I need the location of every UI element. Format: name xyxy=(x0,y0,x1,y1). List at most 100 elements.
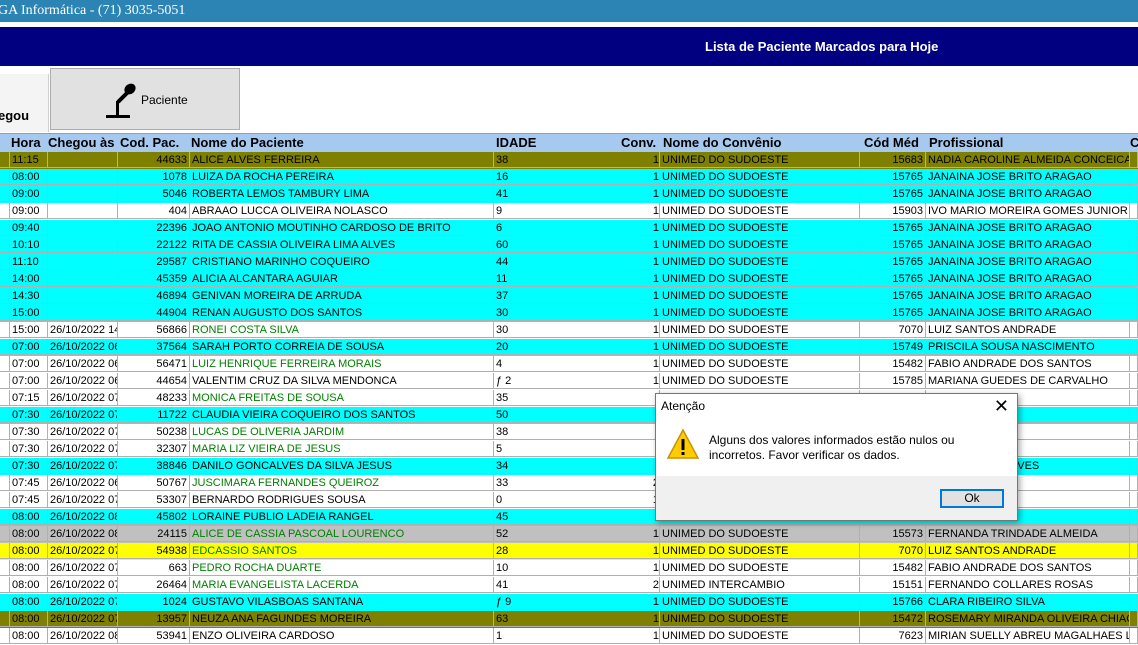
cell-cod-pac[interactable]: 1024 xyxy=(118,594,190,610)
row-marker[interactable] xyxy=(0,526,10,542)
table-row[interactable]: 09:00 5046 ROBERTA LEMOS TAMBURY LIMA 41 1 UN… xyxy=(0,186,1138,203)
cell-nome-paciente[interactable]: ALICIA ALCANTARA AGUIAR xyxy=(190,271,494,287)
row-marker[interactable] xyxy=(0,560,10,576)
cell-profissional[interactable]: JANAINA JOSE BRITO ARAGAO xyxy=(926,254,1130,270)
cell-cod-med[interactable]: 15482 xyxy=(860,560,926,576)
column-cod-pac[interactable]: Cod. Pac. xyxy=(120,135,179,150)
cell-hora[interactable]: 10:10 xyxy=(10,237,48,253)
cell-nome-convenio[interactable]: UNIMED DO SUDOESTE xyxy=(660,339,860,355)
cell-nome-paciente[interactable]: BERNARDO RODRIGUES SOUSA xyxy=(190,492,494,508)
cell-nome-convenio[interactable]: UNIMED DO SUDOESTE xyxy=(660,271,860,287)
cell-nome-paciente[interactable]: LUIZ HENRIQUE FERREIRA MORAIS xyxy=(190,356,494,372)
cell-chegou[interactable]: 26/10/2022 07 xyxy=(48,577,118,593)
row-marker[interactable] xyxy=(0,203,10,219)
cell-extra[interactable] xyxy=(1130,322,1138,338)
cell-chegou[interactable]: 26/10/2022 07 xyxy=(48,441,118,457)
row-marker[interactable] xyxy=(0,186,10,202)
cell-chegou[interactable] xyxy=(48,220,118,236)
cell-hora[interactable]: 08:00 xyxy=(10,577,48,593)
cell-cod-pac[interactable]: 37564 xyxy=(118,339,190,355)
cell-nome-convenio[interactable]: UNIMED INTERCAMBIO xyxy=(660,577,860,593)
row-marker[interactable] xyxy=(0,407,10,423)
cell-nome-paciente[interactable]: EDCASSIO SANTOS xyxy=(190,543,494,559)
cell-nome-convenio[interactable]: UNIMED DO SUDOESTE xyxy=(660,594,860,610)
cell-chegou[interactable] xyxy=(48,254,118,270)
cell-chegou[interactable]: 26/10/2022 08 xyxy=(48,509,118,525)
column-conv[interactable]: Conv. xyxy=(621,135,656,150)
cell-nome-convenio[interactable]: UNIMED DO SUDOESTE xyxy=(660,560,860,576)
cell-nome-convenio[interactable]: UNIMED DO SUDOESTE xyxy=(660,526,860,542)
cell-extra[interactable] xyxy=(1130,475,1138,491)
cell-hora[interactable]: 08:00 xyxy=(10,526,48,542)
cell-hora[interactable]: 09:00 xyxy=(10,186,48,202)
cell-nome-paciente[interactable]: ALICE DE CASSIA PASCOAL LOURENCO xyxy=(190,526,494,542)
cell-extra[interactable] xyxy=(1130,611,1138,627)
row-marker[interactable] xyxy=(0,509,10,525)
cell-cod-pac[interactable]: 53307 xyxy=(118,492,190,508)
cell-cod-med[interactable]: 15765 xyxy=(860,288,926,304)
cell-extra[interactable] xyxy=(1130,526,1138,542)
cell-hora[interactable]: 08:00 xyxy=(10,560,48,576)
cell-hora[interactable]: 07:30 xyxy=(10,407,48,423)
cell-profissional[interactable]: FERNANDA TRINDADE ALMEIDA xyxy=(926,526,1130,542)
row-marker[interactable] xyxy=(0,577,10,593)
cell-nome-convenio[interactable]: UNIMED DO SUDOESTE xyxy=(660,169,860,185)
cell-conv[interactable]: 1 xyxy=(625,186,661,202)
cell-hora[interactable]: 09:40 xyxy=(10,220,48,236)
row-marker[interactable] xyxy=(0,543,10,559)
cell-cod-pac[interactable]: 29587 xyxy=(118,254,190,270)
cell-cod-med[interactable]: 15766 xyxy=(860,594,926,610)
cell-nome-paciente[interactable]: DANILO GONCALVES DA SILVA JESUS xyxy=(190,458,494,474)
cell-cod-pac[interactable]: 56866 xyxy=(118,322,190,338)
cell-nome-convenio[interactable]: UNIMED DO SUDOESTE xyxy=(660,373,860,389)
cell-conv[interactable]: 1 xyxy=(625,543,661,559)
row-marker[interactable] xyxy=(0,492,10,508)
cell-nome-paciente[interactable]: RONEI COSTA SILVA xyxy=(190,322,494,338)
cell-chegou[interactable]: 26/10/2022 07 xyxy=(48,424,118,440)
cell-cod-med[interactable]: 15472 xyxy=(860,611,926,627)
cell-nome-paciente[interactable]: LUCAS DE OLIVERIA JARDIM xyxy=(190,424,494,440)
row-marker[interactable] xyxy=(0,356,10,372)
cell-nome-paciente[interactable]: MARIA EVANGELISTA LACERDA xyxy=(190,577,494,593)
cell-cod-pac[interactable]: 45802 xyxy=(118,509,190,525)
cell-chegou[interactable] xyxy=(48,169,118,185)
cell-extra[interactable] xyxy=(1130,458,1138,474)
cell-cod-med[interactable]: 15765 xyxy=(860,305,926,321)
cell-chegou[interactable]: 26/10/2022 14 xyxy=(48,322,118,338)
cell-hora[interactable]: 08:00 xyxy=(10,543,48,559)
row-marker[interactable] xyxy=(0,611,10,627)
cell-profissional[interactable]: MARIANA GUEDES DE CARVALHO xyxy=(926,373,1130,389)
cell-nome-paciente[interactable]: LUIZA DA ROCHA PEREIRA xyxy=(190,169,494,185)
cell-nome-paciente[interactable]: ROBERTA LEMOS TAMBURY LIMA xyxy=(190,186,494,202)
cell-cod-pac[interactable]: 44654 xyxy=(118,373,190,389)
cell-chegou[interactable] xyxy=(48,186,118,202)
row-marker[interactable] xyxy=(0,220,10,236)
cell-extra[interactable] xyxy=(1130,152,1138,168)
paciente-button[interactable]: Paciente xyxy=(50,68,240,130)
table-row[interactable]: 07:00 26/10/2022 06 44654 VALENTIM CRUZ DA … xyxy=(0,373,1138,390)
cell-hora[interactable]: 11:10 xyxy=(10,254,48,270)
cell-hora[interactable]: 07:45 xyxy=(10,492,48,508)
cell-extra[interactable] xyxy=(1130,339,1138,355)
cell-conv[interactable]: 1 xyxy=(625,271,661,287)
cell-cod-pac[interactable]: 54938 xyxy=(118,543,190,559)
cell-nome-convenio[interactable]: UNIMED DO SUDOESTE xyxy=(660,203,860,219)
cell-conv[interactable]: 1 xyxy=(625,611,661,627)
cell-chegou[interactable]: 26/10/2022 07 xyxy=(48,390,118,406)
cell-profissional[interactable]: IVO MARIO MOREIRA GOMES JUNIOR xyxy=(926,203,1130,219)
cell-extra[interactable] xyxy=(1130,203,1138,219)
cell-profissional[interactable]: JANAINA JOSE BRITO ARAGAO xyxy=(926,169,1130,185)
cell-cod-pac[interactable]: 404 xyxy=(118,203,190,219)
cell-nome-convenio[interactable]: UNIMED DO SUDOESTE xyxy=(660,611,860,627)
table-row[interactable]: 09:40 22396 JOAO ANTONIO MOUTINHO CARDOSO … xyxy=(0,220,1138,237)
cell-extra[interactable] xyxy=(1130,220,1138,236)
cell-extra[interactable] xyxy=(1130,373,1138,389)
row-marker[interactable] xyxy=(0,271,10,287)
cell-cod-med[interactable]: 7070 xyxy=(860,322,926,338)
table-row[interactable]: 11:10 29587 CRISTIANO MARINHO COQUEIRO 44 1 U… xyxy=(0,254,1138,271)
cell-cod-pac[interactable]: 26464 xyxy=(118,577,190,593)
close-icon[interactable]: ✕ xyxy=(994,396,1009,417)
column-hora[interactable]: Hora xyxy=(11,135,41,150)
cell-extra[interactable] xyxy=(1130,305,1138,321)
cell-cod-pac[interactable]: 5046 xyxy=(118,186,190,202)
